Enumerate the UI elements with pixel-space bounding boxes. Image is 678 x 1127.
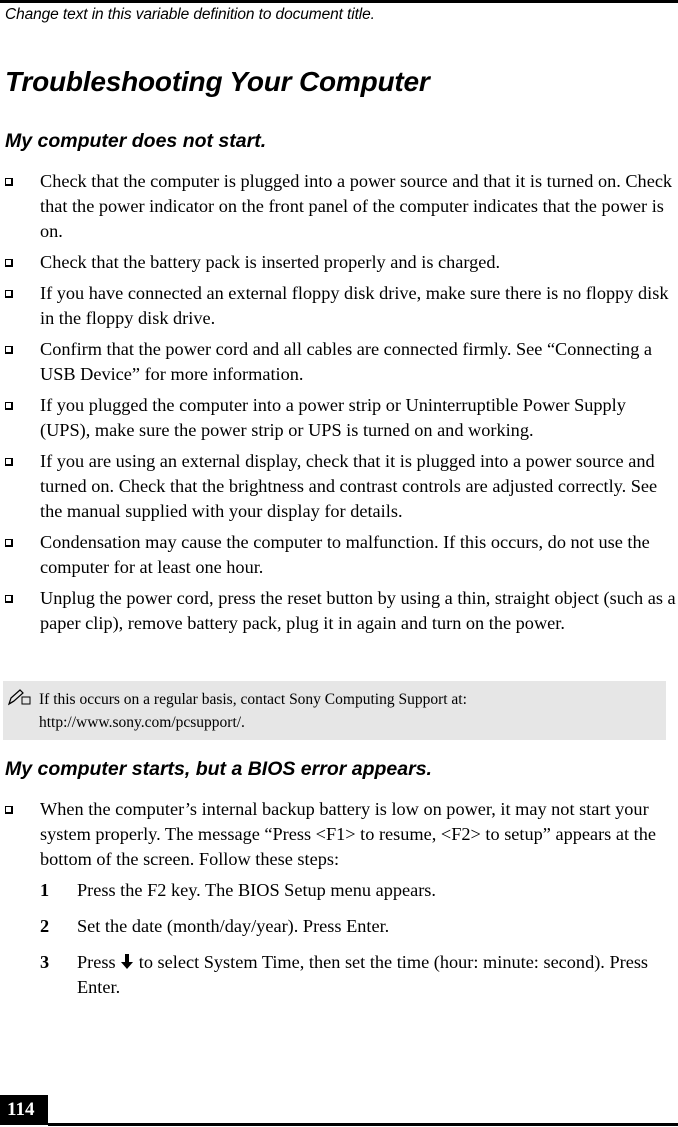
page-number: 114 [0, 1095, 48, 1125]
checkbox-bullet-icon [5, 458, 13, 466]
section-heading-not-start: My computer does not start. [5, 130, 267, 152]
list-item: If you plugged the computer into a power… [0, 393, 678, 443]
list-item: If you have connected an external floppy… [0, 281, 678, 331]
bottom-rule [48, 1123, 678, 1126]
checkbox-bullet-icon [5, 595, 13, 603]
checkbox-bullet-icon [5, 539, 13, 547]
step-item: 1 Press the F2 key. The BIOS Setup menu a… [0, 878, 678, 903]
page-title: Troubleshooting Your Computer [5, 66, 430, 97]
list-item: Check that the battery pack is inserted … [0, 250, 678, 275]
down-arrow-icon [121, 954, 134, 969]
checkbox-bullet-icon [5, 178, 13, 186]
step-item: 3 Press to select System Time, then set t… [40, 952, 649, 997]
checkbox-bullet-icon [5, 806, 13, 814]
list-item: If you are using an external display, ch… [0, 449, 678, 524]
list-item: Unplug the power cord, press the reset b… [0, 586, 678, 636]
note-box: If this occurs on a regular basis, conta… [3, 681, 666, 740]
checkbox-bullet-icon [5, 402, 13, 410]
list-item: Condensation may cause the computer to m… [0, 530, 678, 580]
list-item: When the computer’s internal backup batt… [0, 797, 678, 872]
pencil-note-icon [7, 689, 31, 706]
note-text: If this occurs on a regular basis, conta… [39, 691, 467, 731]
section-heading-bios-error: My computer starts, but a BIOS error app… [5, 758, 432, 780]
bullet-list-not-start: Check that the computer is plugged into … [0, 169, 678, 642]
list-item: Check that the computer is plugged into … [0, 169, 678, 244]
step-number: 2 [40, 916, 50, 936]
bullet-list-bios-error: When the computer’s internal backup batt… [0, 797, 678, 878]
step-number: 1 [40, 880, 50, 900]
checkbox-bullet-icon [5, 346, 13, 354]
list-item: Confirm that the power cord and all cabl… [0, 337, 678, 387]
checkbox-bullet-icon [5, 290, 13, 298]
steps-list: 1 Press the F2 key. The BIOS Setup menu a… [0, 878, 678, 1011]
step-number: 3 [40, 952, 50, 972]
running-head: Change text in this variable definition … [5, 6, 375, 23]
top-rule [0, 0, 678, 3]
step-item: 2 Set the date (month/day/year). Press En… [0, 914, 678, 939]
checkbox-bullet-icon [5, 259, 13, 267]
